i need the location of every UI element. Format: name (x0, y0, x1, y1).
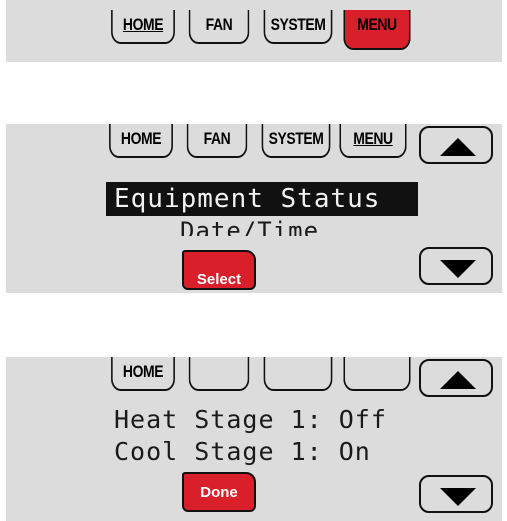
scroll-up-button[interactable] (419, 126, 493, 164)
tab-system[interactable]: SYSTEM (263, 10, 333, 44)
tab-blank-1 (188, 357, 250, 391)
menu-item-next-label: Date/Time (180, 218, 320, 236)
tab-home-label: HOME (120, 129, 162, 148)
menu-item-selected[interactable]: Equipment Status (106, 182, 418, 216)
scroll-down-button[interactable] (419, 475, 493, 513)
tab-system-label: SYSTEM (268, 129, 324, 148)
status-line-heat-text: Heat Stage 1: Off (114, 405, 387, 434)
tab-menu-label: MENU (353, 129, 393, 148)
tab-home-label: HOME (122, 362, 164, 381)
scroll-up-button[interactable] (419, 359, 493, 397)
menu-item-selected-label: Equipment Status (114, 184, 381, 214)
up-arrow-icon (440, 371, 476, 389)
up-arrow-icon (440, 138, 476, 156)
tab-fan[interactable]: FAN (186, 124, 248, 158)
status-line-heat: Heat Stage 1: Off (114, 405, 387, 435)
tab-home[interactable]: HOME (111, 357, 175, 391)
status-line-cool-text: Cool Stage 1: On (114, 437, 371, 466)
tab-home-label: HOME (122, 15, 164, 34)
tab-system-label: SYSTEM (270, 15, 326, 34)
tab-home[interactable]: HOME (111, 10, 175, 44)
tab-blank-3 (343, 357, 411, 391)
done-button-label: Done (200, 484, 238, 501)
thermostat-screen-2: HOME FAN SYSTEM MENU Equipment Status Da… (6, 124, 502, 293)
tab-fan[interactable]: FAN (188, 10, 250, 44)
select-button[interactable]: Select (182, 250, 256, 290)
tab-home[interactable]: HOME (109, 124, 173, 158)
tab-menu[interactable]: MENU (339, 124, 407, 158)
tab-fan-label: FAN (203, 129, 231, 148)
menu-item-next[interactable]: Date/Time (180, 218, 319, 236)
tab-fan-label: FAN (205, 15, 233, 34)
tab-system[interactable]: SYSTEM (261, 124, 331, 158)
tab-blank-2 (263, 357, 333, 391)
thermostat-screen-3: HOME Heat Stage 1: Off Cool Stage 1: On … (6, 357, 502, 521)
down-arrow-icon (440, 260, 476, 278)
down-arrow-icon (440, 488, 476, 506)
tab-menu-label: MENU (357, 15, 397, 34)
done-button[interactable]: Done (182, 472, 256, 512)
status-line-cool: Cool Stage 1: On (114, 437, 371, 467)
tab-menu-active[interactable]: MENU (343, 10, 411, 50)
select-button-label: Select (196, 271, 242, 288)
scroll-down-button[interactable] (419, 247, 493, 285)
thermostat-screen-1: HOME FAN SYSTEM MENU (6, 0, 502, 62)
